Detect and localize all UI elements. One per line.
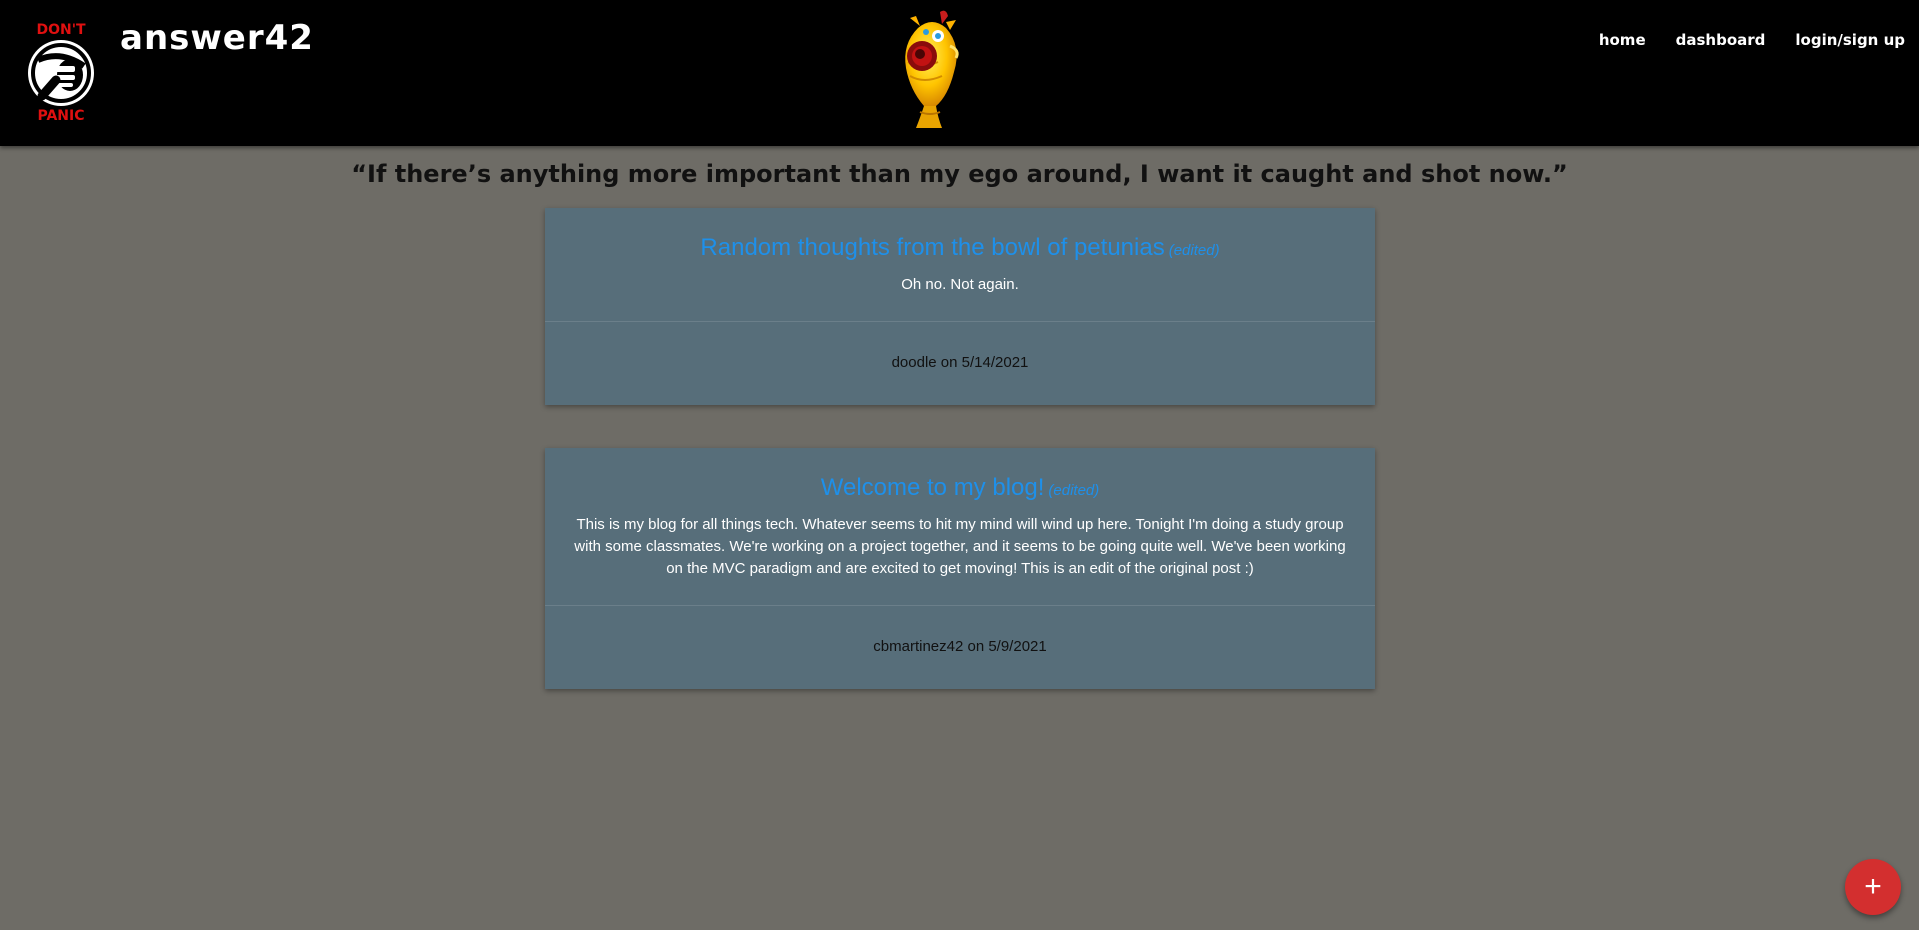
post-title-row: Welcome to my blog! (edited): [569, 474, 1351, 502]
edited-label: (edited): [1168, 242, 1220, 259]
logo-top-text: DON'T: [36, 22, 86, 38]
dont-panic-logo-icon: DON'T PANIC: [28, 22, 94, 124]
post-meta: doodle on 5/14/2021: [891, 354, 1029, 371]
post-title[interactable]: Welcome to my blog!: [821, 474, 1045, 501]
post-card: Random thoughts from the bowl of petunia…: [545, 208, 1375, 405]
logo-bottom-text: PANIC: [37, 108, 84, 122]
post-card: Welcome to my blog! (edited) This is my b…: [545, 448, 1375, 689]
post-meta: cbmartinez42 on 5/9/2021: [873, 638, 1047, 655]
nav-login-signup[interactable]: login/sign up: [1795, 31, 1905, 49]
post-body: This is my blog for all things tech. Wha…: [574, 516, 1346, 577]
post-divider: [545, 321, 1375, 322]
brand-link[interactable]: answer42: [120, 18, 314, 58]
dont-panic-logo[interactable]: DON'T PANIC: [20, 18, 102, 124]
plus-icon: +: [1864, 870, 1882, 903]
main-nav: home dashboard login/sign up: [1599, 31, 1905, 49]
nav-dashboard[interactable]: dashboard: [1676, 31, 1766, 49]
post-title-row: Random thoughts from the bowl of petunia…: [569, 234, 1351, 262]
edited-label: (edited): [1048, 482, 1100, 499]
post-divider: [545, 605, 1375, 606]
top-navbar: DON'T PANIC answer42 home dashboard logi…: [0, 0, 1919, 146]
page-quote: “If there’s anything more important than…: [351, 160, 1568, 188]
post-content: Welcome to my blog! (edited) This is my b…: [545, 448, 1375, 580]
nav-home[interactable]: home: [1599, 31, 1646, 49]
post-body: Oh no. Not again.: [901, 276, 1019, 293]
add-post-button[interactable]: +: [1845, 859, 1901, 915]
post-content: Random thoughts from the bowl of petunia…: [545, 208, 1375, 296]
post-title[interactable]: Random thoughts from the bowl of petunia…: [700, 234, 1164, 261]
babel-fish-icon: [880, 6, 980, 134]
